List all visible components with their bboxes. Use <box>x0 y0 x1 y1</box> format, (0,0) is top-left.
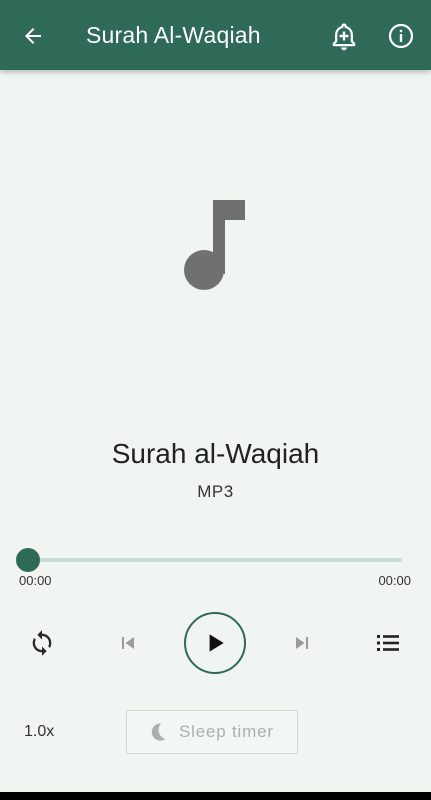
repeat-button[interactable] <box>28 629 56 657</box>
next-button[interactable] <box>290 631 314 655</box>
play-button[interactable] <box>184 612 246 674</box>
playback-speed-button[interactable]: 1.0x <box>24 723 54 741</box>
previous-button[interactable] <box>116 631 140 655</box>
seek-bar[interactable] <box>28 558 402 562</box>
add-reminder-button[interactable] <box>330 22 358 52</box>
total-time: 00:00 <box>378 573 411 588</box>
page-title: Surah Al-Waqiah <box>86 22 261 48</box>
app-bar: Surah Al-Waqiah <box>0 0 431 70</box>
bell-plus-icon <box>332 23 356 51</box>
back-button[interactable] <box>18 21 48 51</box>
sleep-timer-label: Sleep timer <box>179 722 274 741</box>
arrow-left-icon <box>25 28 41 44</box>
music-note-icon <box>180 198 252 294</box>
sleep-timer-button[interactable]: Sleep timer <box>126 710 298 754</box>
moon-icon <box>151 723 166 741</box>
repeat-icon <box>32 630 52 656</box>
info-circle-icon <box>388 23 414 49</box>
info-button[interactable] <box>387 22 415 50</box>
current-time: 00:00 <box>19 573 52 588</box>
seek-thumb[interactable] <box>16 548 40 572</box>
playlist-button[interactable] <box>374 630 402 656</box>
skip-previous-icon <box>122 637 134 649</box>
skip-next-icon <box>296 637 308 649</box>
playlist-icon <box>377 635 399 651</box>
track-format: MP3 <box>197 482 234 501</box>
system-nav-bar <box>0 792 431 800</box>
play-icon <box>209 634 224 652</box>
track-title: Surah al-Waqiah <box>111 438 320 469</box>
